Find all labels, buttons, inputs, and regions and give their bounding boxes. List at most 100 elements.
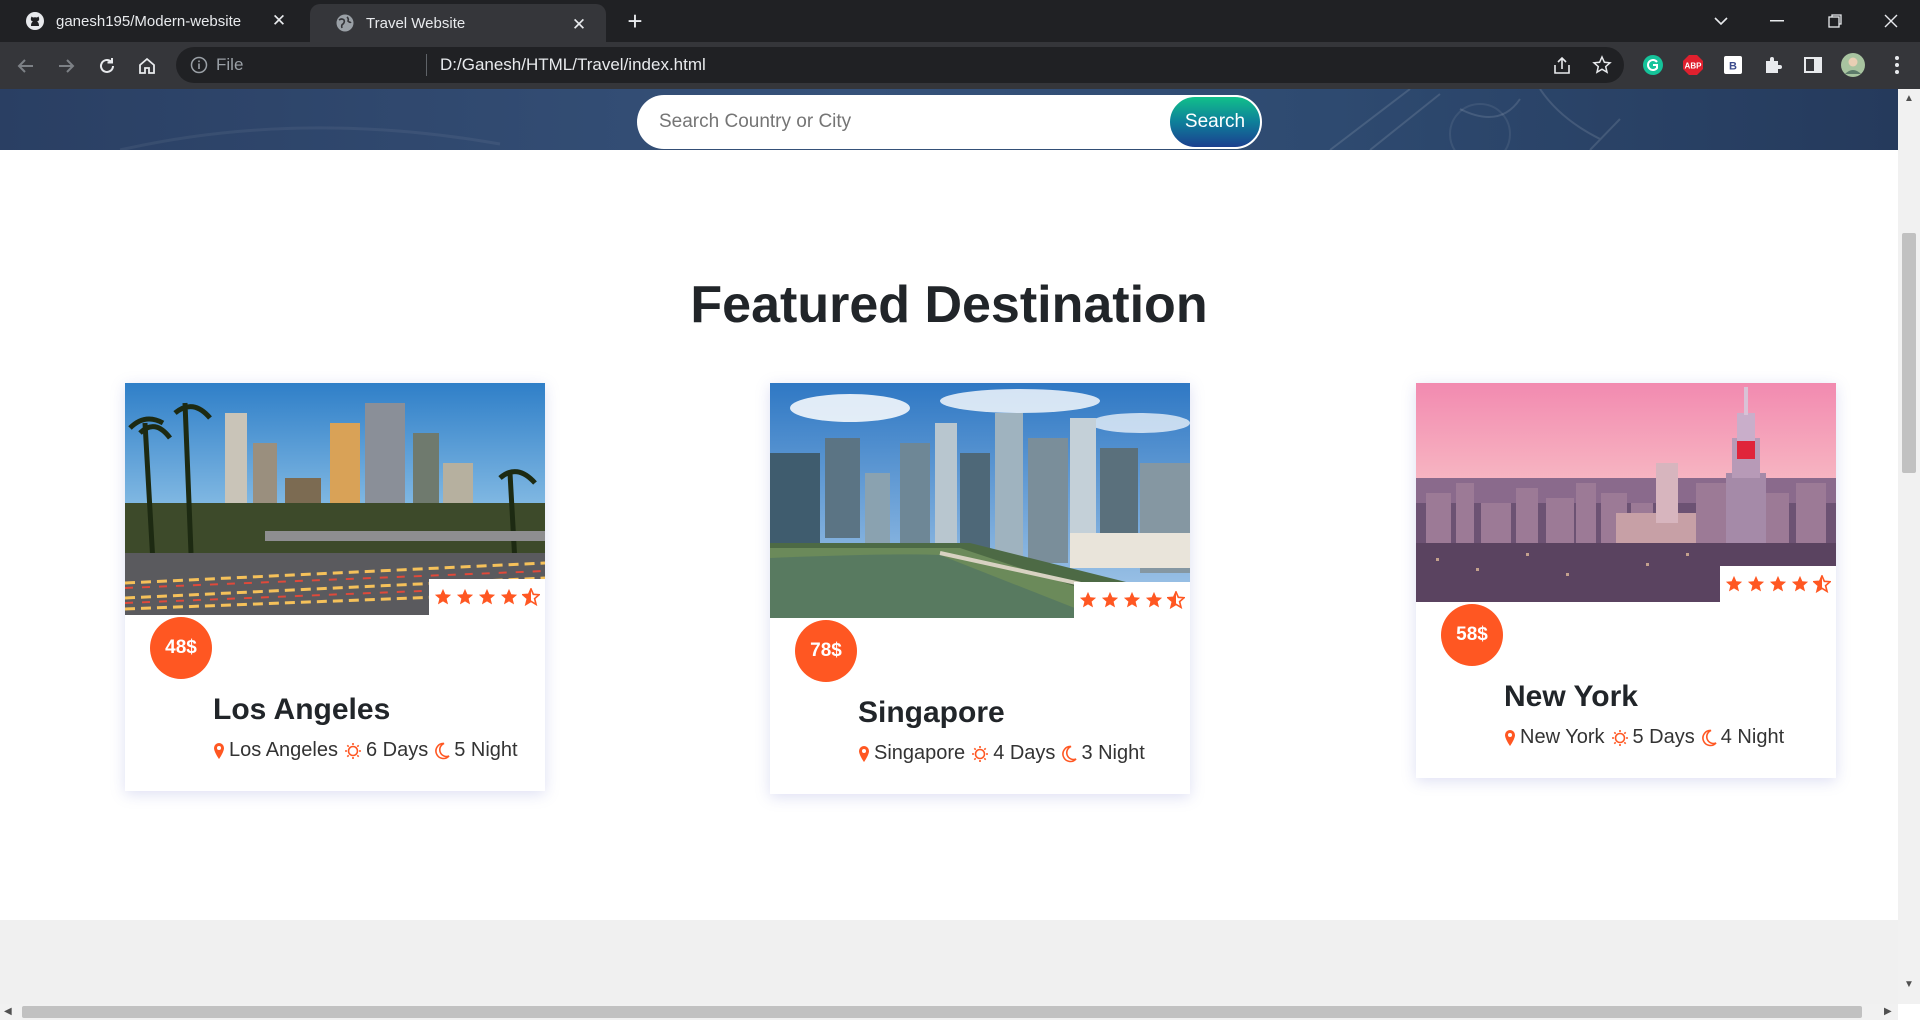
star-icon bbox=[1123, 591, 1141, 608]
location-pin-icon bbox=[1505, 729, 1515, 746]
close-window-button[interactable] bbox=[1862, 0, 1920, 42]
meta-location: New York bbox=[1520, 726, 1605, 748]
meta-days: 5 Days bbox=[1632, 726, 1695, 748]
moon-icon bbox=[1062, 745, 1078, 762]
vertical-scroll-thumb[interactable] bbox=[1902, 233, 1916, 473]
meta-nights: 5 Night bbox=[454, 739, 518, 761]
price-badge: 58$ bbox=[1441, 604, 1503, 666]
rating-stars bbox=[1720, 566, 1836, 602]
sidepanel-icon[interactable] bbox=[1800, 52, 1826, 78]
meta-nights: 4 Night bbox=[1720, 726, 1785, 748]
star-icon bbox=[478, 588, 496, 605]
scroll-down-arrow-icon[interactable]: ▼ bbox=[1904, 979, 1914, 990]
star-half-icon bbox=[522, 588, 540, 606]
reload-button[interactable] bbox=[91, 50, 123, 82]
search-input[interactable] bbox=[657, 107, 1127, 137]
tab-search-icon[interactable] bbox=[1692, 0, 1750, 42]
browser-toolbar: File D:/Ganesh/HTML/Travel/index.html AB… bbox=[0, 42, 1920, 89]
meta-days: 6 Days bbox=[365, 739, 429, 761]
price-badge: 78$ bbox=[795, 620, 857, 682]
sun-icon bbox=[1611, 729, 1628, 746]
meta-location: Singapore bbox=[874, 742, 966, 764]
location-pin-icon bbox=[859, 745, 869, 762]
vertical-scrollbar[interactable]: ▲ ▼ bbox=[1898, 89, 1920, 1004]
section-title: Featured Destination bbox=[690, 276, 1208, 334]
moon-icon bbox=[435, 742, 450, 759]
adblock-plus-icon[interactable]: ABP bbox=[1680, 52, 1706, 78]
star-icon bbox=[1791, 575, 1809, 592]
scroll-up-arrow-icon[interactable]: ▲ bbox=[1904, 93, 1914, 104]
moon-icon bbox=[1701, 729, 1717, 746]
meta-days: 4 Days bbox=[993, 742, 1056, 764]
tab-github[interactable]: ganesh195/Modern-website ✕ bbox=[0, 0, 306, 42]
scroll-left-arrow-icon[interactable]: ◀ bbox=[4, 1006, 12, 1017]
page-viewport: Search Featured Destination bbox=[0, 89, 1898, 1004]
sun-icon bbox=[344, 742, 361, 759]
svg-text:ABP: ABP bbox=[1685, 62, 1703, 71]
globe-icon bbox=[336, 14, 354, 32]
star-icon bbox=[1145, 591, 1163, 608]
minimize-button[interactable] bbox=[1748, 0, 1806, 42]
arrow-left-icon bbox=[17, 59, 33, 73]
star-half-icon bbox=[1813, 575, 1831, 593]
profile-avatar[interactable] bbox=[1840, 52, 1866, 78]
destination-title: Singapore bbox=[858, 696, 1005, 729]
next-section-band bbox=[0, 920, 1898, 1004]
info-icon[interactable] bbox=[190, 56, 208, 74]
address-separator bbox=[426, 54, 427, 76]
star-icon bbox=[1769, 575, 1787, 592]
star-icon bbox=[1747, 575, 1765, 592]
bookmark-ext-icon[interactable]: B bbox=[1720, 52, 1746, 78]
forward-button[interactable] bbox=[50, 50, 82, 82]
price-badge: 48$ bbox=[150, 617, 212, 679]
tab-travel-website[interactable]: Travel Website ✕ bbox=[310, 4, 606, 42]
destination-card[interactable]: 78$ Singapore Singapore 4 Days 3 Night bbox=[770, 383, 1190, 794]
meta-location: Los Angeles bbox=[229, 739, 338, 761]
star-icon bbox=[1725, 575, 1743, 592]
rating-stars bbox=[429, 579, 545, 615]
tab-title: Travel Website bbox=[366, 14, 466, 32]
destination-meta: New York 5 Days 4 Night bbox=[1504, 726, 1790, 749]
star-icon bbox=[500, 588, 518, 605]
home-icon bbox=[139, 57, 155, 74]
scroll-right-arrow-icon[interactable]: ▶ bbox=[1884, 1006, 1892, 1017]
star-icon bbox=[1101, 591, 1119, 608]
destination-meta: Los Angeles 6 Days 5 Night bbox=[213, 739, 524, 762]
new-tab-button[interactable]: + bbox=[618, 6, 652, 36]
star-icon bbox=[434, 588, 452, 605]
github-icon bbox=[26, 12, 44, 30]
star-bookmark-icon[interactable] bbox=[1592, 55, 1612, 75]
destination-title: Los Angeles bbox=[213, 693, 391, 726]
sun-icon bbox=[972, 745, 989, 762]
address-url[interactable]: D:/Ganesh/HTML/Travel/index.html bbox=[440, 55, 706, 75]
destination-meta: Singapore 4 Days 3 Night bbox=[858, 742, 1151, 765]
puzzle-icon[interactable] bbox=[1760, 52, 1786, 78]
destination-card[interactable]: 58$ New York New York 5 Days 4 Night bbox=[1416, 383, 1836, 778]
arrow-right-icon bbox=[59, 59, 75, 73]
horizontal-scroll-thumb[interactable] bbox=[22, 1006, 1862, 1018]
menu-kebab-icon[interactable] bbox=[1884, 52, 1910, 78]
reload-icon bbox=[100, 58, 114, 73]
svg-text:B: B bbox=[1729, 61, 1737, 73]
share-icon[interactable] bbox=[1552, 56, 1572, 76]
location-pin-icon bbox=[214, 742, 224, 759]
star-icon bbox=[1079, 591, 1097, 608]
back-button[interactable] bbox=[10, 50, 42, 82]
address-bar[interactable]: File D:/Ganesh/HTML/Travel/index.html bbox=[176, 47, 1624, 83]
close-tab-icon[interactable]: ✕ bbox=[566, 12, 592, 38]
search-button[interactable]: Search bbox=[1168, 95, 1262, 149]
tab-title: ganesh195/Modern-website bbox=[56, 12, 242, 30]
destination-card[interactable]: 48$ Los Angeles Los Angeles 6 Days 5 Nig… bbox=[125, 383, 545, 791]
meta-nights: 3 Night bbox=[1081, 742, 1145, 764]
destination-title: New York bbox=[1504, 680, 1638, 713]
grammarly-icon[interactable] bbox=[1640, 52, 1666, 78]
restore-button[interactable] bbox=[1806, 0, 1864, 42]
star-half-icon bbox=[1167, 591, 1185, 609]
horizontal-scrollbar[interactable]: ◀ ▶ bbox=[0, 1004, 1898, 1020]
browser-tab-bar: ganesh195/Modern-website ✕ Travel Websit… bbox=[0, 0, 1920, 42]
home-button[interactable] bbox=[131, 50, 163, 82]
star-icon bbox=[456, 588, 474, 605]
address-scheme: File bbox=[216, 55, 244, 74]
close-tab-icon[interactable]: ✕ bbox=[266, 8, 292, 34]
rating-stars bbox=[1074, 582, 1190, 618]
